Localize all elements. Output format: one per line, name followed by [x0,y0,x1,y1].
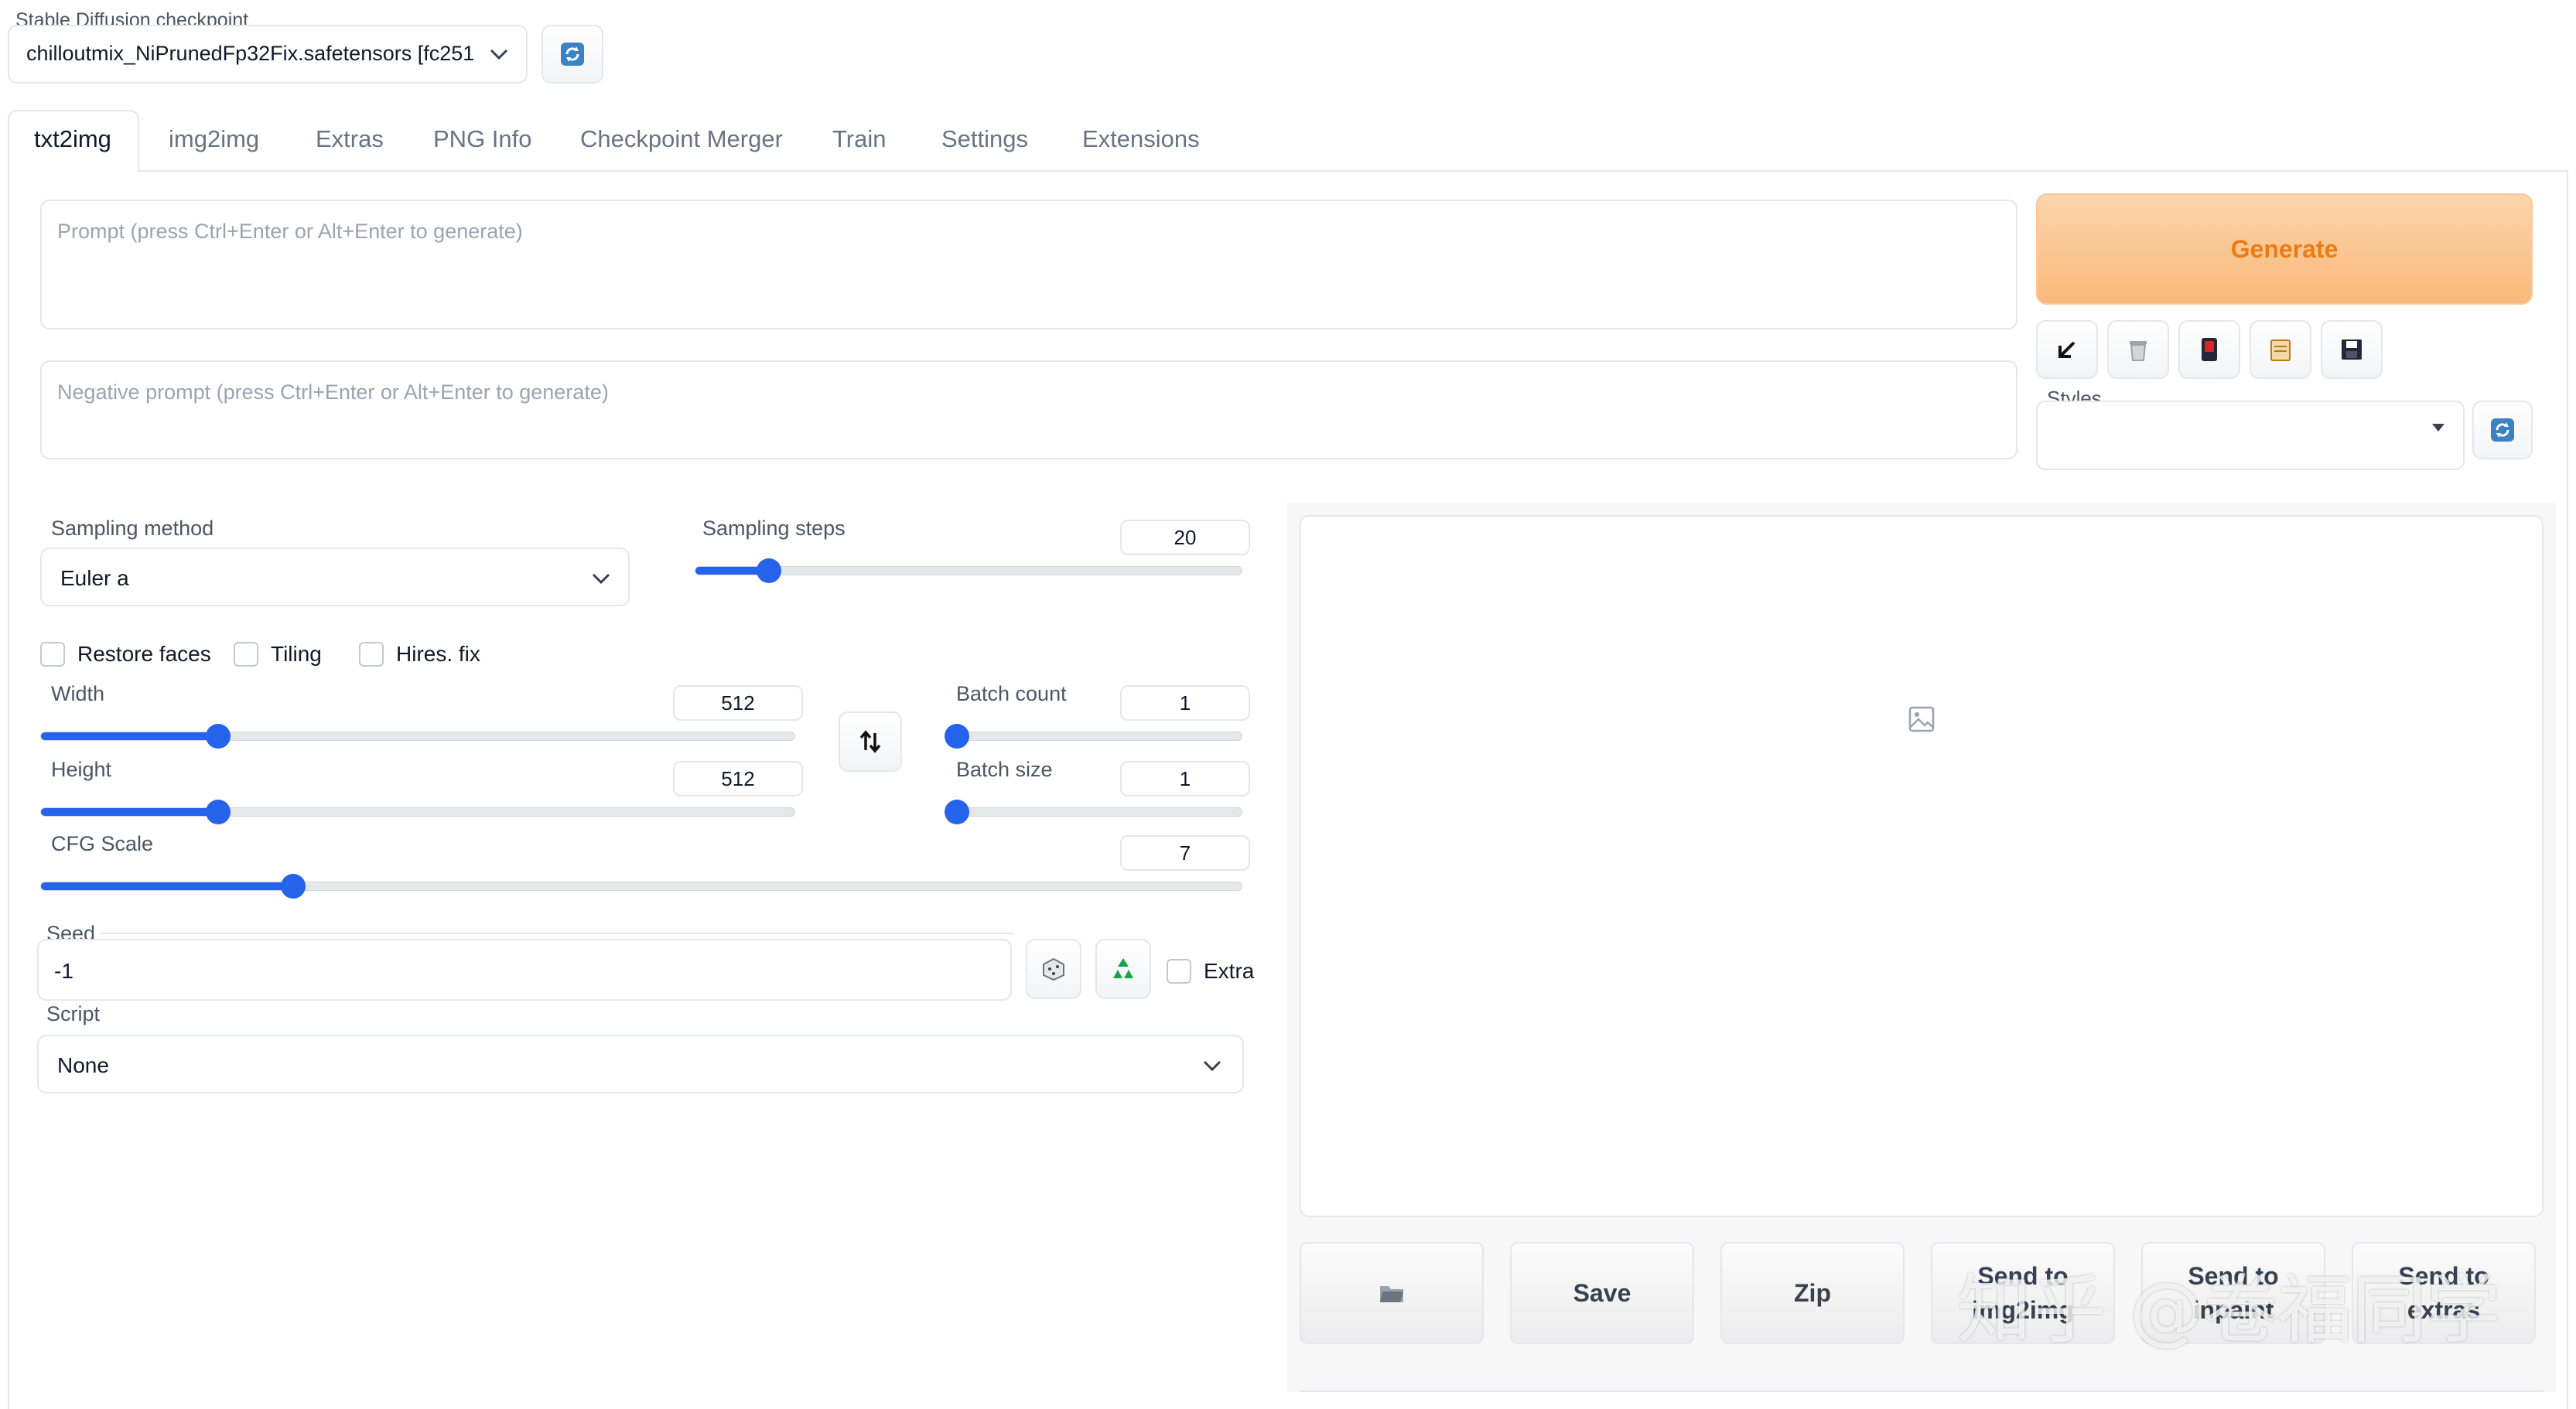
zip-button[interactable]: Zip [1720,1242,1905,1344]
extra-seed-label: Extra [1204,959,1255,983]
seed-value: -1 [54,959,73,983]
sampling-method-value: Euler a [60,566,129,590]
width-label: Width [51,682,105,705]
restore-faces-label: Restore faces [77,642,211,666]
cfg-scale-input[interactable]: 7 [1120,835,1250,871]
sampling-steps-slider[interactable] [695,558,1242,583]
chevron-down-icon [592,573,610,585]
swap-dimensions-button[interactable] [839,711,902,772]
chevron-down-icon [1203,1060,1221,1072]
width-slider[interactable] [40,724,795,749]
tab-extras[interactable]: Extras [316,125,384,153]
seed-divider [101,933,1013,934]
chevron-down-icon [490,49,508,60]
save-style-button[interactable] [2321,320,2383,379]
batch-count-input[interactable]: 1 [1120,685,1250,721]
tab-png-info[interactable]: PNG Info [433,125,532,153]
script-label: Script [46,1002,101,1025]
trash-icon [2130,341,2147,361]
tiling-label: Tiling [271,642,322,666]
tab-settings[interactable]: Settings [941,125,1028,153]
extra-networks-button[interactable] [2178,320,2240,379]
sampling-steps-input[interactable]: 20 [1120,520,1250,555]
batch-count-slider[interactable] [945,724,1242,749]
floppy-disk-icon [2342,339,2362,360]
negative-prompt-input[interactable]: Negative prompt (press Ctrl+Enter or Alt… [40,360,2017,459]
hires-fix-label: Hires. fix [396,642,480,666]
refresh-icon [2491,418,2514,442]
height-slider[interactable] [40,800,795,824]
reuse-seed-button[interactable] [1095,939,1151,999]
read-params-button[interactable] [2036,320,2098,379]
script-select[interactable]: None [37,1035,1244,1093]
generate-button[interactable]: Generate [2036,193,2533,305]
random-seed-button[interactable] [1026,939,1081,999]
script-value: None [57,1053,109,1077]
open-folder-button[interactable] [1300,1242,1484,1344]
slider-thumb[interactable] [945,724,969,749]
batch-size-slider[interactable] [945,800,1242,824]
recycle-icon [1113,958,1133,978]
refresh-icon [561,43,584,66]
seed-input[interactable]: -1 [37,939,1012,1001]
watermark-text: 知乎 @卷福同学 [1957,1267,2501,1353]
dice-icon [1043,957,1064,981]
slider-thumb[interactable] [945,800,969,824]
checkpoint-select[interactable]: chilloutmix_NiPrunedFp32Fix.safetensors … [8,25,528,84]
batch-size-input[interactable]: 1 [1120,761,1250,797]
tab-extensions[interactable]: Extensions [1082,125,1200,153]
tab-img2img[interactable]: img2img [169,125,259,153]
tab-checkpoint-merger[interactable]: Checkpoint Merger [580,125,783,153]
slider-thumb[interactable] [280,874,306,899]
cfg-scale-label: CFG Scale [51,832,154,855]
red-card-icon [2202,338,2217,361]
slider-thumb[interactable] [205,800,231,824]
sampling-method-label: Sampling method [51,517,214,540]
output-gallery [1300,515,2544,1217]
slider-thumb[interactable] [205,724,231,749]
save-button[interactable]: Save [1510,1242,1694,1344]
checkpoint-value: chilloutmix_NiPrunedFp32Fix.safetensors … [26,42,475,65]
clear-prompt-button[interactable] [2107,320,2169,379]
hires-fix-checkbox[interactable] [359,642,384,667]
caret-down-icon [2432,424,2444,432]
height-label: Height [51,758,112,781]
tab-bar [8,110,2568,172]
arrow-down-left-icon [2058,341,2075,358]
sampling-method-select[interactable]: Euler a [40,548,630,606]
generate-label: Generate [2230,234,2339,263]
apply-style-button[interactable] [2250,320,2311,379]
tab-train[interactable]: Train [832,125,886,153]
image-placeholder-icon [1908,706,1935,732]
cfg-scale-slider[interactable] [40,874,1242,899]
refresh-styles-button[interactable] [2472,401,2533,459]
prompt-input[interactable]: Prompt (press Ctrl+Enter or Alt+Enter to… [40,200,2017,329]
refresh-checkpoint-button[interactable] [542,25,603,84]
folder-icon [1380,1286,1403,1302]
negative-prompt-placeholder: Negative prompt (press Ctrl+Enter or Alt… [57,380,609,404]
width-input[interactable]: 512 [673,685,803,721]
extra-seed-checkbox[interactable] [1167,959,1191,984]
prompt-placeholder: Prompt (press Ctrl+Enter or Alt+Enter to… [57,220,523,243]
tiling-checkbox[interactable] [234,642,258,667]
styles-select[interactable] [2036,401,2465,470]
clipboard-icon [2270,339,2291,361]
sampling-steps-label: Sampling steps [702,517,846,540]
swap-arrows-icon [859,730,881,753]
height-input[interactable]: 512 [673,761,803,797]
batch-size-label: Batch size [956,758,1053,781]
tab-txt2img-label: txt2img [34,125,111,152]
batch-count-label: Batch count [956,682,1067,705]
restore-faces-checkbox[interactable] [40,642,65,667]
